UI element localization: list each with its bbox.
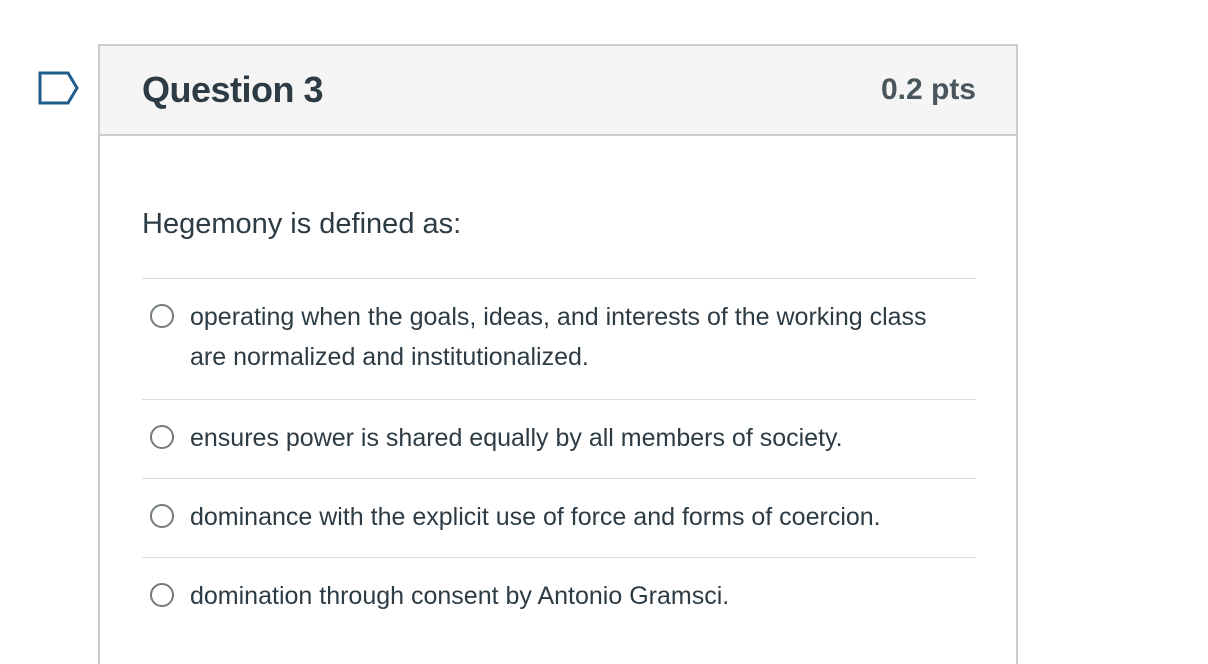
- flag-question-icon[interactable]: [38, 71, 80, 105]
- answer-list: operating when the goals, ideas, and int…: [142, 278, 976, 636]
- question-title: Question 3: [142, 69, 324, 110]
- question-header: Question 3 0.2 pts: [100, 46, 1016, 136]
- radio-button-icon[interactable]: [150, 304, 174, 328]
- question-card: Question 3 0.2 pts Hegemony is defined a…: [98, 44, 1018, 664]
- answer-label[interactable]: domination through consent by Antonio Gr…: [190, 576, 729, 616]
- answer-option-4[interactable]: domination through consent by Antonio Gr…: [142, 558, 976, 636]
- radio-button-icon[interactable]: [150, 425, 174, 449]
- answer-option-1[interactable]: operating when the goals, ideas, and int…: [142, 279, 976, 400]
- answer-label[interactable]: ensures power is shared equally by all m…: [190, 418, 843, 458]
- question-points: 0.2 pts: [880, 73, 976, 106]
- answer-option-3[interactable]: dominance with the explicit use of force…: [142, 479, 976, 558]
- answer-label[interactable]: operating when the goals, ideas, and int…: [190, 297, 960, 377]
- question-body: Hegemony is defined as: operating when t…: [100, 204, 1016, 636]
- question-text: Hegemony is defined as:: [142, 208, 462, 240]
- radio-button-icon[interactable]: [150, 583, 174, 607]
- radio-button-icon[interactable]: [150, 504, 174, 528]
- answer-option-2[interactable]: ensures power is shared equally by all m…: [142, 400, 976, 479]
- quiz-page: Question 3 0.2 pts Hegemony is defined a…: [0, 0, 1208, 664]
- answer-label[interactable]: dominance with the explicit use of force…: [190, 497, 881, 537]
